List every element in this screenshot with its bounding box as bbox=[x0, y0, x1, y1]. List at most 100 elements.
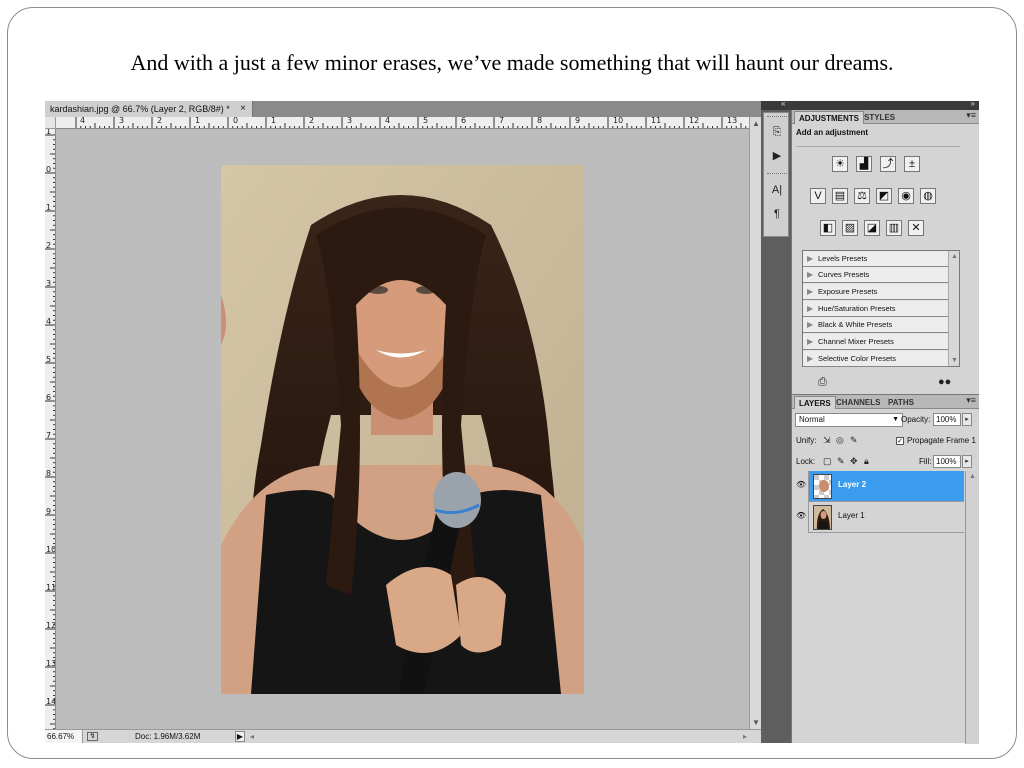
invert-icon[interactable]: ◧ bbox=[820, 220, 836, 236]
gradient-map-icon[interactable]: ▥ bbox=[886, 220, 902, 236]
eye-icon[interactable]: 👁︎ bbox=[796, 480, 806, 490]
close-icon[interactable]: × bbox=[240, 101, 246, 117]
ruler-label: 1 bbox=[46, 203, 52, 212]
unify-style-icon[interactable]: ✎ bbox=[850, 435, 858, 446]
ruler-origin[interactable] bbox=[45, 117, 56, 129]
blend-mode-select[interactable]: Normal ▼ bbox=[795, 413, 903, 427]
layer-thumbnail bbox=[813, 474, 832, 499]
propagate-label: Propagate Frame 1 bbox=[907, 436, 976, 445]
unify-position-icon[interactable]: ⇲ bbox=[823, 435, 831, 446]
hue-saturation-icon[interactable]: ▤ bbox=[832, 188, 848, 204]
panel-menu-icon[interactable]: ▾≡ bbox=[966, 395, 976, 406]
scroll-down-icon[interactable]: ▼ bbox=[951, 357, 958, 364]
layer-row[interactable]: 👁︎ Layer 2 bbox=[792, 471, 964, 502]
exposure-icon[interactable]: ± bbox=[904, 156, 920, 172]
grip-handle[interactable] bbox=[767, 173, 787, 175]
preset-item[interactable]: ▶ Curves Presets bbox=[803, 267, 949, 283]
status-menu-arrow-icon[interactable]: ▶ bbox=[235, 731, 245, 742]
layers-scrollbar[interactable]: ▲ bbox=[965, 471, 979, 744]
return-to-list-icon[interactable]: ⎙ bbox=[818, 376, 827, 389]
preset-item[interactable]: ▶ Exposure Presets bbox=[803, 284, 949, 300]
paragraph-icon[interactable]: ¶ bbox=[769, 207, 785, 221]
scroll-down-icon[interactable]: ▼ bbox=[752, 718, 760, 727]
panel-menu-icon[interactable]: ▾≡ bbox=[966, 110, 976, 121]
scroll-up-icon[interactable]: ▲ bbox=[951, 253, 958, 260]
scroll-up-icon[interactable]: ▲ bbox=[752, 119, 760, 128]
eye-icon[interactable]: 👁︎ bbox=[796, 511, 806, 521]
panel-icon-dock: ⎘ ▶ A| ¶ bbox=[761, 110, 791, 743]
layer-row[interactable]: 👁︎ Layer 1 bbox=[792, 502, 964, 533]
clip-to-layer-icon[interactable]: ●● bbox=[938, 376, 951, 388]
color-balance-icon[interactable]: ⚖ bbox=[854, 188, 870, 204]
expand-triangle-icon[interactable]: ▶ bbox=[807, 351, 813, 367]
ruler-label: 6 bbox=[46, 393, 52, 402]
black-white-icon[interactable]: ◩ bbox=[876, 188, 892, 204]
opacity-slider-arrow-icon[interactable]: ▸ bbox=[962, 413, 972, 426]
document-tab[interactable]: kardashian.jpg @ 66.7% (Layer 2, RGB/8#)… bbox=[45, 101, 253, 117]
brightness-contrast-icon[interactable]: ☀ bbox=[832, 156, 848, 172]
history-icon[interactable]: ⎘ bbox=[769, 125, 785, 139]
expand-triangle-icon[interactable]: ▶ bbox=[807, 334, 813, 350]
actions-play-icon[interactable]: ▶ bbox=[769, 149, 785, 163]
tab-paths[interactable]: PATHS bbox=[884, 396, 918, 409]
ruler-label: 3 bbox=[347, 117, 353, 125]
scroll-left-icon[interactable]: ◂ bbox=[250, 730, 254, 743]
horizontal-ruler[interactable]: 4 3 2 1 0 1 2 3 4 5 6 7 8 9 10 11 12 13 bbox=[56, 117, 749, 129]
preset-item[interactable]: ▶ Hue/Saturation Presets bbox=[803, 301, 949, 317]
unify-visibility-icon[interactable]: ◎ bbox=[836, 435, 844, 446]
fill-field[interactable]: 100% bbox=[933, 455, 961, 468]
lock-position-icon[interactable]: ✥ bbox=[850, 456, 858, 467]
visibility-cell[interactable]: 👁︎ bbox=[792, 502, 809, 533]
fill-label: Fill: bbox=[919, 457, 932, 466]
expand-triangle-icon[interactable]: ▶ bbox=[807, 317, 813, 333]
preset-item[interactable]: ▶ Selective Color Presets bbox=[803, 351, 949, 367]
preset-label: Levels Presets bbox=[818, 254, 868, 263]
tab-styles[interactable]: STYLES bbox=[860, 111, 899, 124]
presets-scrollbar[interactable]: ▲ ▼ bbox=[948, 251, 959, 366]
layers-tabs: LAYERS CHANNELS PATHS ▾≡ bbox=[792, 395, 979, 409]
posterize-icon[interactable]: ▨ bbox=[842, 220, 858, 236]
expand-triangle-icon[interactable]: ▶ bbox=[807, 301, 813, 317]
scroll-right-icon[interactable]: ▸ bbox=[743, 730, 747, 743]
zoom-level-field[interactable]: 66.67% bbox=[45, 730, 83, 743]
tab-adjustments[interactable]: ADJUSTMENTS bbox=[794, 111, 865, 124]
ruler-label: 10 bbox=[613, 117, 624, 125]
vertical-scrollbar[interactable]: ▲ ▼ bbox=[749, 117, 761, 729]
expand-triangle-icon[interactable]: ▶ bbox=[807, 267, 813, 283]
ruler-label: 1 bbox=[271, 117, 277, 125]
adjustments-heading: Add an adjustment bbox=[796, 128, 869, 137]
character-icon[interactable]: A| bbox=[769, 183, 785, 197]
collapse-icon[interactable]: « bbox=[781, 99, 785, 108]
panel-collapse-bar[interactable]: « » bbox=[761, 99, 979, 110]
preset-item[interactable]: ▶ Levels Presets bbox=[803, 251, 949, 267]
visibility-cell[interactable]: 👁︎ bbox=[792, 471, 809, 502]
tab-channels[interactable]: CHANNELS bbox=[832, 396, 884, 409]
lock-pixels-icon[interactable]: ✎ bbox=[837, 456, 845, 467]
levels-icon[interactable]: ▟ bbox=[856, 156, 872, 172]
propagate-checkbox[interactable]: ✓ bbox=[896, 437, 904, 445]
selective-color-icon[interactable]: ✕ bbox=[908, 220, 924, 236]
threshold-icon[interactable]: ◪ bbox=[864, 220, 880, 236]
lock-transparency-icon[interactable]: ▢ bbox=[823, 456, 832, 467]
opacity-field[interactable]: 100% bbox=[933, 413, 961, 426]
status-info-icon[interactable]: ↯ bbox=[87, 732, 98, 741]
fill-slider-arrow-icon[interactable]: ▸ bbox=[962, 455, 972, 468]
vibrance-icon[interactable]: V bbox=[810, 188, 826, 204]
lock-all-icon[interactable]: 🔒︎ bbox=[864, 456, 869, 467]
curves-icon[interactable]: ⤴ bbox=[880, 156, 896, 172]
ruler-label: 3 bbox=[46, 279, 52, 288]
preset-label: Black & White Presets bbox=[818, 320, 893, 329]
grip-handle[interactable] bbox=[767, 116, 787, 118]
preset-item[interactable]: ▶ Channel Mixer Presets bbox=[803, 334, 949, 350]
ruler-label: 7 bbox=[46, 431, 52, 440]
expand-icon[interactable]: » bbox=[971, 99, 975, 108]
preset-label: Selective Color Presets bbox=[818, 354, 896, 363]
scroll-up-icon[interactable]: ▲ bbox=[969, 473, 976, 480]
photo-filter-icon[interactable]: ◉ bbox=[898, 188, 914, 204]
channel-mixer-icon[interactable]: ◍ bbox=[920, 188, 936, 204]
vertical-ruler[interactable]: 1 0 1 2 3 4 5 6 7 8 9 10 11 12 13 14 bbox=[45, 129, 56, 729]
tab-layers[interactable]: LAYERS bbox=[794, 396, 836, 409]
expand-triangle-icon[interactable]: ▶ bbox=[807, 251, 813, 267]
expand-triangle-icon[interactable]: ▶ bbox=[807, 284, 813, 300]
preset-item[interactable]: ▶ Black & White Presets bbox=[803, 317, 949, 333]
